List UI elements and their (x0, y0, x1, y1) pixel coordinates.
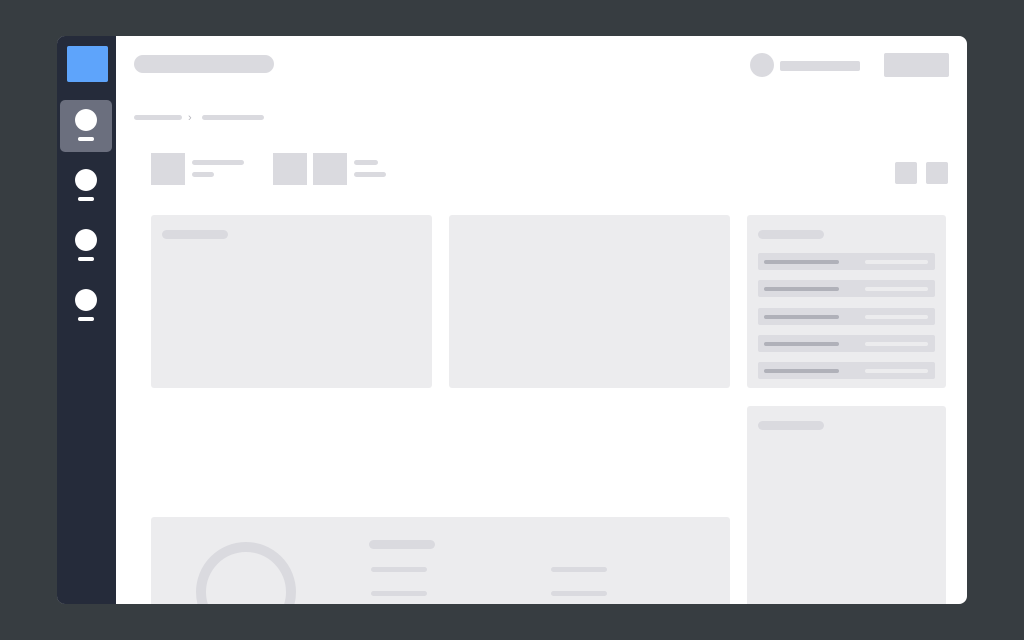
main-content: › (116, 36, 967, 604)
summary-line-3 (551, 567, 607, 572)
summary-line-1 (371, 567, 427, 572)
card-2 (449, 215, 730, 388)
panel-title-placeholder (758, 421, 824, 430)
list-item[interactable] (758, 308, 935, 325)
card-1 (151, 215, 432, 388)
sidebar-item-2[interactable] (60, 160, 112, 212)
list-item-label (764, 369, 839, 373)
nav-item-label-placeholder (78, 257, 94, 261)
summary-line-2 (371, 591, 427, 596)
nav-item-label-placeholder (78, 137, 94, 141)
sidebar-item-3[interactable] (60, 220, 112, 272)
donut-chart (196, 542, 296, 604)
summary-line-4 (551, 591, 607, 596)
list-item-value (865, 315, 928, 319)
view-toggle-button-2[interactable] (926, 162, 948, 184)
list-item-value (865, 369, 928, 373)
card-title-placeholder (162, 230, 228, 239)
breadcrumb-separator: › (188, 112, 192, 124)
stat-value-2 (354, 172, 386, 177)
nav-item-label-placeholder (78, 197, 94, 201)
side-panel-list (747, 215, 946, 388)
summary-card (151, 517, 730, 604)
nav-item-icon (75, 169, 97, 191)
list-item-value (865, 342, 928, 346)
list-item-value (865, 260, 928, 264)
list-item-label (764, 287, 839, 291)
stat-label-2 (354, 160, 378, 165)
sidebar-item-4[interactable] (60, 280, 112, 332)
stat-value-1 (192, 172, 214, 177)
list-item-label (764, 342, 839, 346)
nav-item-icon (75, 109, 97, 131)
nav-item-icon (75, 289, 97, 311)
breadcrumb-item-2[interactable] (202, 115, 264, 120)
app-logo[interactable] (67, 46, 108, 82)
view-toggle-button-1[interactable] (895, 162, 917, 184)
list-item-value (865, 287, 928, 291)
list-item-label (764, 315, 839, 319)
nav-item-label-placeholder (78, 317, 94, 321)
user-name-placeholder (780, 61, 860, 71)
stat-icon-1 (151, 153, 185, 185)
avatar[interactable] (750, 53, 774, 77)
breadcrumb-item-1[interactable] (134, 115, 182, 120)
stat-icon-2 (273, 153, 307, 185)
list-item[interactable] (758, 335, 935, 352)
summary-title-placeholder (369, 540, 435, 549)
header-action-button[interactable] (884, 53, 949, 77)
sidebar-item-1[interactable] (60, 100, 112, 152)
app-window: › (57, 36, 967, 604)
panel-title-placeholder (758, 230, 824, 239)
list-item[interactable] (758, 362, 935, 379)
stat-label-1 (192, 160, 244, 165)
list-item[interactable] (758, 280, 935, 297)
nav-item-icon (75, 229, 97, 251)
list-item-label (764, 260, 839, 264)
list-item[interactable] (758, 253, 935, 270)
sidebar (57, 36, 116, 604)
side-panel-2 (747, 406, 946, 604)
stat-icon-3 (313, 153, 347, 185)
page-title-placeholder (134, 55, 274, 73)
